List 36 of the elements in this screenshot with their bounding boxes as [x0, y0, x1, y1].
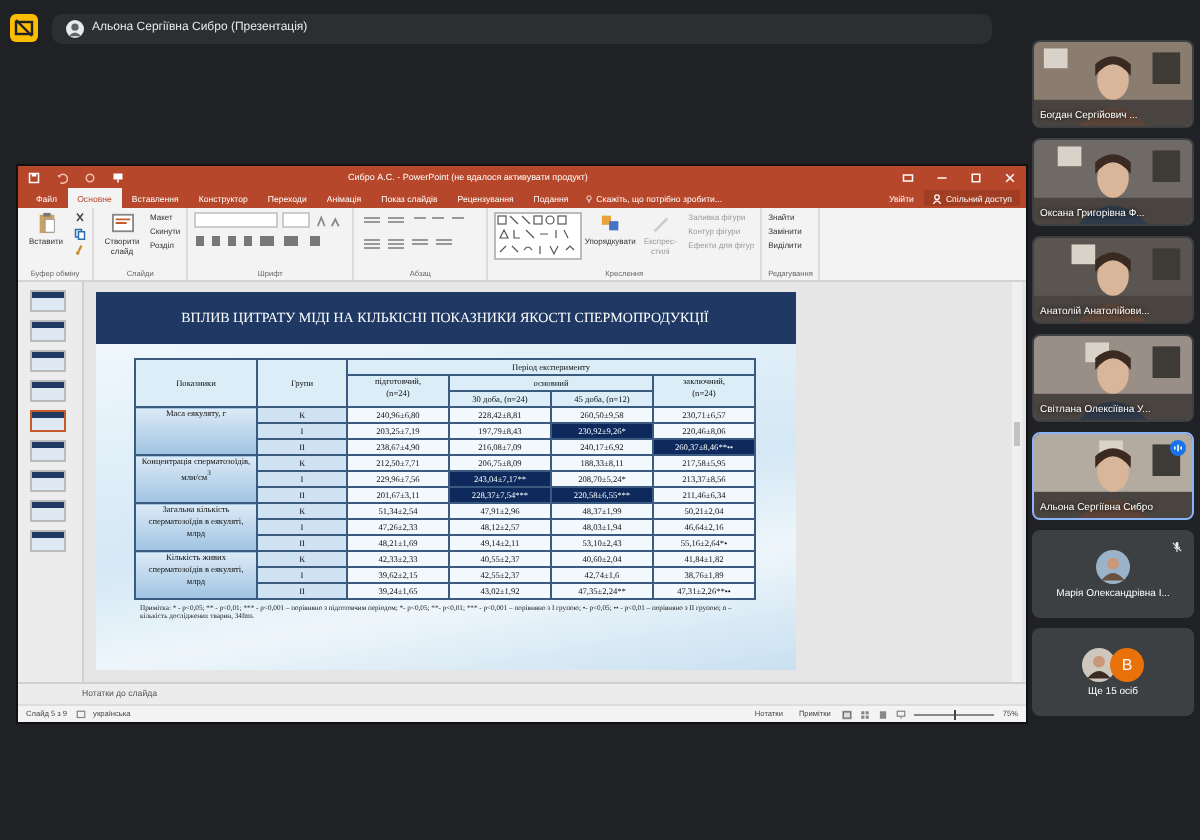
- font-name-field[interactable]: [194, 212, 279, 228]
- scrollbar[interactable]: [1012, 282, 1022, 682]
- close-icon[interactable]: [1004, 171, 1016, 183]
- shapes-gallery-icon[interactable]: [494, 212, 583, 260]
- brush-icon[interactable]: [74, 244, 86, 256]
- sorter-view-icon[interactable]: [860, 709, 871, 719]
- slide-thumbnail[interactable]: [30, 350, 66, 372]
- slide-thumbnail[interactable]: [30, 380, 66, 402]
- maximize-icon[interactable]: [970, 171, 982, 183]
- minimize-icon[interactable]: [936, 171, 948, 183]
- slideshow-icon[interactable]: [896, 709, 907, 719]
- slide-thumbnail[interactable]: [30, 470, 66, 492]
- undo-icon[interactable]: [56, 171, 68, 183]
- copy-icon[interactable]: [74, 228, 86, 240]
- slide-thumbnail[interactable]: [30, 320, 66, 342]
- scissors-icon[interactable]: [74, 212, 86, 224]
- slideshow-icon[interactable]: [112, 171, 124, 183]
- avatar-letter: В: [1110, 647, 1144, 681]
- slide-thumbnail[interactable]: [30, 290, 66, 312]
- lightbulb-icon: [586, 193, 593, 203]
- save-icon[interactable]: [28, 171, 40, 183]
- ribbon-options-icon[interactable]: [902, 171, 914, 183]
- slide-thumbnail[interactable]: [30, 440, 66, 462]
- slide-thumbnail[interactable]: [30, 500, 66, 522]
- reading-view-icon[interactable]: [878, 709, 889, 719]
- slide-thumbnail[interactable]: [30, 530, 66, 552]
- spellcheck-icon[interactable]: [75, 709, 86, 719]
- font-size-field[interactable]: [282, 212, 311, 228]
- person-icon: [931, 193, 942, 203]
- shapes-icon: [599, 212, 622, 234]
- normal-view-icon[interactable]: [842, 709, 853, 719]
- speaking-icon: [1170, 440, 1186, 456]
- presentation-icon[interactable]: [10, 14, 38, 42]
- person-icon: [66, 19, 84, 37]
- mic-off-icon: [1170, 540, 1184, 554]
- slide-thumbnail[interactable]: [30, 410, 66, 432]
